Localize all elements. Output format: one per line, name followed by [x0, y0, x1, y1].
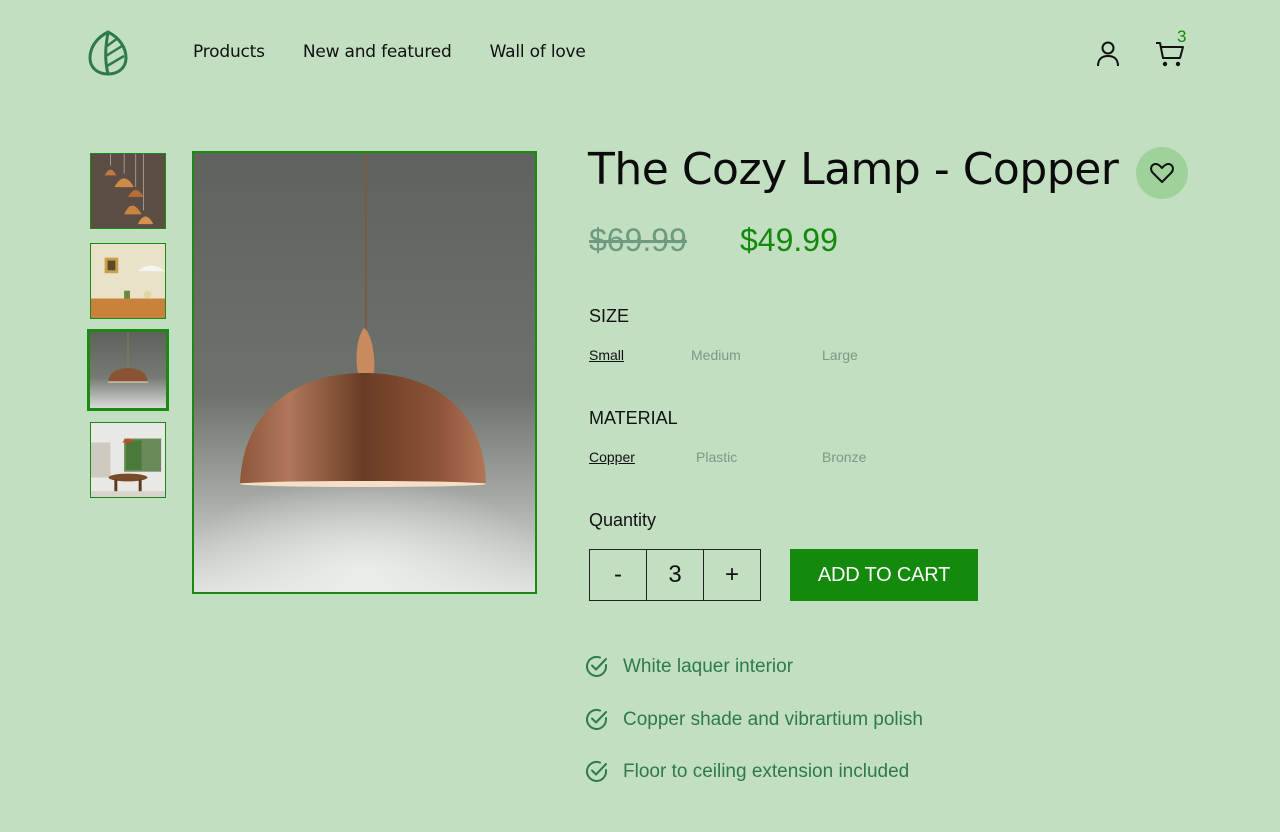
feature-text: Floor to ceiling extension included — [623, 760, 910, 782]
check-circle-icon — [586, 760, 607, 782]
quantity-stepper: - 3 + — [589, 549, 761, 601]
feature-text: White laquer interior — [623, 655, 794, 677]
feature-item: Floor to ceiling extension included — [584, 759, 909, 784]
check-circle-icon — [586, 708, 607, 730]
sale-price: $49.99 — [740, 222, 838, 258]
feature-item: White laquer interior — [584, 654, 793, 679]
original-price: $69.99 — [589, 222, 687, 258]
size-option-medium[interactable]: Medium — [691, 347, 741, 363]
quantity-label: Quantity — [589, 510, 657, 530]
add-to-cart-button[interactable]: ADD TO CART — [790, 549, 978, 601]
feature-item: Copper shade and vibrartium polish — [584, 707, 923, 732]
main-product-image — [192, 151, 537, 594]
quantity-increase-button[interactable]: + — [703, 550, 760, 600]
nav-wall-of-love[interactable]: Wall of love — [490, 42, 586, 62]
feature-text: Copper shade and vibrartium polish — [623, 708, 923, 730]
main-nav: Products New and featured Wall of love — [193, 42, 586, 62]
material-option-plastic[interactable]: Plastic — [696, 449, 737, 465]
nav-products[interactable]: Products — [193, 42, 265, 62]
thumbnail-pendant-cluster[interactable] — [90, 153, 166, 229]
quantity-value[interactable]: 3 — [646, 550, 703, 600]
material-option-copper[interactable]: Copper — [589, 449, 635, 465]
product-title: The Cozy Lamp - Copper — [588, 144, 1119, 195]
size-label: SIZE — [589, 306, 630, 326]
material-option-bronze[interactable]: Bronze — [822, 449, 866, 465]
heart-icon — [1150, 162, 1174, 183]
leaf-icon[interactable] — [88, 30, 128, 76]
nav-new-and-featured[interactable]: New and featured — [303, 42, 452, 62]
user-icon[interactable] — [1096, 41, 1120, 67]
thumbnail-copper-dome-lamp[interactable] — [87, 329, 169, 411]
size-option-large[interactable]: Large — [822, 347, 858, 363]
material-label: MATERIAL — [589, 408, 678, 428]
cart-count-badge: 3 — [1177, 27, 1187, 46]
thumbnail-wall-lamp-room[interactable] — [90, 243, 166, 319]
check-circle-icon — [586, 655, 607, 677]
favorite-button[interactable] — [1136, 147, 1188, 199]
quantity-decrease-button[interactable]: - — [590, 550, 646, 600]
thumbnail-dining-room[interactable] — [90, 422, 166, 498]
size-option-small[interactable]: Small — [589, 347, 624, 363]
